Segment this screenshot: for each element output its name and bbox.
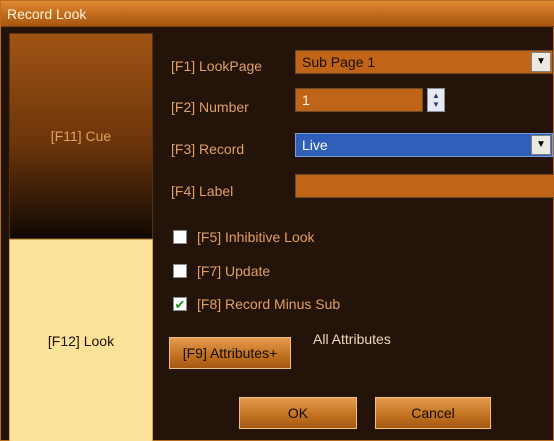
sidebar-look-button[interactable]: [F12] Look xyxy=(9,239,153,441)
sidebar-cue-button[interactable]: [F11] Cue xyxy=(9,33,153,239)
attributes-button[interactable]: [F9] Attributes+ xyxy=(169,337,291,369)
inhibitive-label: [F5] Inhibitive Look xyxy=(197,229,315,245)
label-field-label: [F4] Label xyxy=(171,183,234,199)
chevron-down-icon[interactable]: ▼ xyxy=(432,100,440,109)
lookpage-value: Sub Page 1 xyxy=(302,54,376,70)
sidebar-cue-label: [F11] Cue xyxy=(50,128,112,144)
update-checkbox[interactable] xyxy=(173,264,187,278)
cancel-button-label: Cancel xyxy=(411,405,455,421)
record-minus-sub-checkbox[interactable]: ✔ xyxy=(173,297,187,311)
title-bar: Record Look xyxy=(1,1,554,27)
sidebar-look-label: [F12] Look xyxy=(47,332,115,349)
number-field[interactable]: 1 xyxy=(295,88,423,112)
checkmark-icon: ✔ xyxy=(174,296,186,312)
chevron-up-icon[interactable]: ▲ xyxy=(432,91,440,100)
label-input[interactable] xyxy=(295,174,554,198)
number-value: 1 xyxy=(302,92,310,108)
record-look-dialog: Record Look [F11] Cue [F12] Look [F1] Lo… xyxy=(0,0,554,441)
inhibitive-checkbox[interactable] xyxy=(173,230,187,244)
lookpage-label: [F1] LookPage xyxy=(171,58,263,74)
ok-button[interactable]: OK xyxy=(239,397,357,429)
attributes-summary: All Attributes xyxy=(313,331,391,347)
cancel-button[interactable]: Cancel xyxy=(375,397,491,429)
number-spinner[interactable]: ▲ ▼ xyxy=(427,88,445,112)
record-minus-sub-label: [F8] Record Minus Sub xyxy=(197,296,341,312)
number-label: [F2] Number xyxy=(171,99,249,115)
chevron-down-icon[interactable]: ▼ xyxy=(531,52,551,72)
update-label: [F7] Update xyxy=(197,263,271,279)
record-label: [F3] Record xyxy=(171,141,245,157)
lookpage-dropdown[interactable]: Sub Page 1 ▼ xyxy=(295,50,553,74)
record-dropdown[interactable]: Live ▼ xyxy=(295,133,553,157)
attributes-button-label: [F9] Attributes+ xyxy=(182,345,278,361)
ok-button-label: OK xyxy=(287,405,309,421)
record-value: Live xyxy=(302,137,328,153)
window-title: Record Look xyxy=(7,6,87,22)
chevron-down-icon[interactable]: ▼ xyxy=(531,135,551,155)
